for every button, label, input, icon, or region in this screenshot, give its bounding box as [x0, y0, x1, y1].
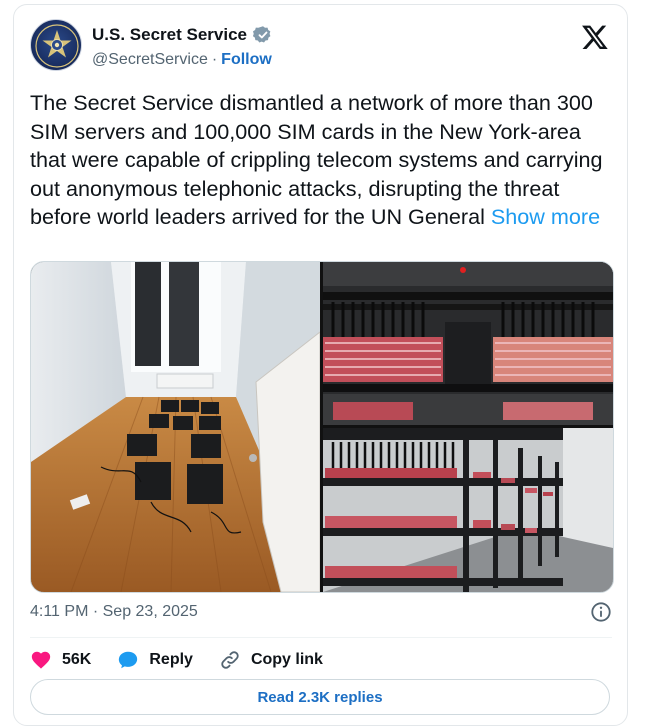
photo-sim-shelves[interactable] — [323, 428, 613, 592]
secret-service-seal-icon — [35, 24, 79, 68]
follow-button[interactable]: Follow — [221, 51, 272, 69]
avatar[interactable] — [30, 19, 82, 71]
verified-badge-icon — [252, 26, 271, 43]
photo-room-servers[interactable] — [31, 262, 320, 592]
media-grid — [30, 261, 614, 593]
reply-bubble-icon — [119, 651, 138, 669]
handle-separator: · — [211, 51, 218, 68]
timestamp-row: 4:11 PM · Sep 23, 2025 — [30, 601, 612, 627]
like-count: 56K — [62, 651, 92, 668]
account-name[interactable]: U.S. Secret Service — [92, 25, 247, 45]
heart-icon — [31, 651, 51, 669]
tweet-header: U.S. Secret Service @SecretService · Fol… — [30, 19, 611, 75]
photo-sim-racks-top[interactable] — [323, 262, 613, 425]
copy-link-label: Copy link — [250, 651, 323, 668]
x-logo-icon[interactable] — [581, 23, 609, 51]
link-icon — [221, 651, 239, 669]
divider — [30, 637, 612, 638]
tweet-card: U.S. Secret Service @SecretService · Fol… — [13, 4, 628, 726]
like-button[interactable]: 56K — [30, 649, 91, 671]
action-bar: 56K Reply Copy link — [30, 645, 323, 675]
reply-label: Reply — [149, 651, 193, 668]
copy-link-button[interactable]: Copy link — [219, 649, 323, 671]
info-icon[interactable] — [590, 601, 612, 623]
reply-button[interactable]: Reply — [117, 649, 193, 671]
tweet-text: The Secret Service dismantled a network … — [30, 89, 615, 232]
account-handle[interactable]: @SecretService — [92, 51, 208, 69]
tweet-timestamp[interactable]: 4:11 PM · Sep 23, 2025 — [30, 603, 198, 621]
show-more-link[interactable]: Show more — [491, 204, 600, 229]
read-replies-button[interactable]: Read 2.3K replies — [30, 679, 610, 715]
